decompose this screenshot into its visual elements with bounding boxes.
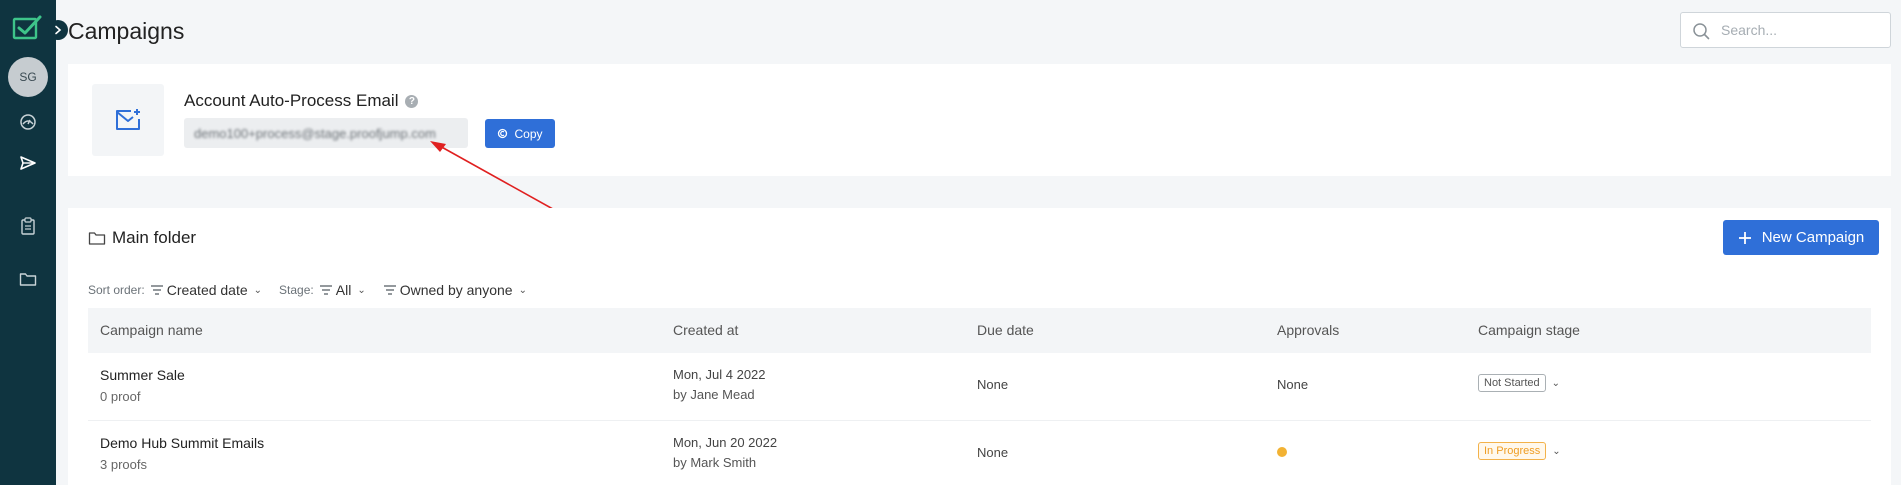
created-by: by Jane Mead: [673, 387, 755, 402]
sort-order-label: Sort order:: [88, 283, 145, 297]
chevron-right-icon: [55, 25, 62, 35]
stage-dropdown[interactable]: In Progress ⌄: [1478, 442, 1561, 460]
folder-breadcrumb[interactable]: Main folder: [88, 228, 196, 248]
approvals-value: None: [1277, 377, 1309, 392]
mail-plus-icon: [116, 109, 140, 130]
stage-value: All: [335, 282, 352, 298]
folder-icon[interactable]: [18, 269, 38, 289]
chevron-down-icon: ⌄: [357, 284, 366, 296]
column-campaign-stage[interactable]: Campaign stage: [1478, 322, 1580, 338]
sidebar-toggle-button[interactable]: [48, 20, 68, 40]
search-box[interactable]: [1680, 12, 1891, 48]
due-date: None: [977, 377, 1009, 392]
sort-order-value: Created date: [166, 282, 248, 298]
owner-dropdown[interactable]: Owned by anyone ⌄: [383, 282, 527, 298]
campaign-name[interactable]: Summer Sale: [100, 367, 185, 383]
new-campaign-button[interactable]: New Campaign: [1723, 220, 1879, 255]
column-created-at[interactable]: Created at: [673, 322, 738, 338]
status-badge: In Progress: [1478, 442, 1547, 460]
created-date: Mon, Jun 20 2022: [673, 435, 778, 450]
stage-dropdown[interactable]: Not Started ⌄: [1478, 374, 1560, 392]
search-input[interactable]: [1721, 13, 1886, 47]
new-campaign-label: New Campaign: [1761, 229, 1865, 246]
table-header: Campaign name Created at Due date Approv…: [88, 308, 1871, 353]
send-icon[interactable]: [18, 153, 38, 173]
help-icon[interactable]: ?: [405, 94, 419, 108]
campaigns-panel: Main folder New Campaign Sort order: Cre…: [68, 208, 1891, 485]
table-row[interactable]: Demo Hub Summit Emails 3 proofs Mon, Jun…: [88, 421, 1871, 485]
campaign-name[interactable]: Demo Hub Summit Emails: [100, 435, 264, 451]
sidebar: SG: [0, 0, 56, 485]
due-date: None: [977, 445, 1009, 460]
column-due-date[interactable]: Due date: [977, 322, 1034, 338]
table-row[interactable]: Summer Sale 0 proof Mon, Jul 4 2022 by J…: [88, 353, 1871, 421]
email-address-text: demo100+process@stage.proofjump.com: [194, 125, 436, 141]
plus-icon: [1738, 231, 1751, 244]
chevron-down-icon: ⌄: [1552, 445, 1561, 457]
search-icon: [1693, 23, 1710, 40]
approval-status-dot: [1277, 447, 1287, 457]
page-title: Campaigns: [68, 18, 185, 44]
sort-order-dropdown[interactable]: Created date ⌄: [150, 282, 262, 298]
proof-count: 0 proof: [100, 389, 141, 404]
chevron-down-icon: ⌄: [518, 284, 527, 296]
logo-icon[interactable]: [12, 14, 42, 42]
filter-lines-icon: [150, 285, 163, 295]
proof-count: 3 proofs: [100, 457, 147, 472]
chevron-down-icon: ⌄: [253, 284, 263, 296]
owner-value: Owned by anyone: [399, 282, 513, 298]
created-date: Mon, Jul 4 2022: [673, 367, 766, 382]
gauge-icon[interactable]: [18, 112, 38, 132]
column-campaign-name[interactable]: Campaign name: [100, 322, 203, 338]
email-title-text: Account Auto-Process Email: [184, 91, 399, 110]
folder-label: Main folder: [112, 228, 197, 247]
filter-lines-icon: [319, 285, 332, 295]
created-by: by Mark Smith: [673, 455, 757, 470]
avatar-initials: SG: [19, 70, 37, 84]
column-approvals[interactable]: Approvals: [1277, 322, 1339, 338]
clipboard-icon[interactable]: [18, 216, 38, 236]
folder-icon: [88, 232, 106, 245]
stage-label: Stage:: [279, 283, 314, 297]
filter-lines-icon: [383, 285, 396, 295]
stage-dropdown[interactable]: All ⌄: [319, 282, 366, 298]
filter-bar: Sort order: Created date ⌄ Stage: All ⌄ …: [88, 282, 544, 298]
email-title: Account Auto-Process Email ?: [184, 91, 419, 111]
mail-tile: [92, 84, 164, 156]
avatar[interactable]: SG: [8, 57, 48, 97]
status-badge: Not Started: [1478, 374, 1546, 392]
auto-process-email-card: Account Auto-Process Email ? demo100+pro…: [68, 64, 1891, 176]
chevron-down-icon: ⌄: [1551, 377, 1561, 389]
